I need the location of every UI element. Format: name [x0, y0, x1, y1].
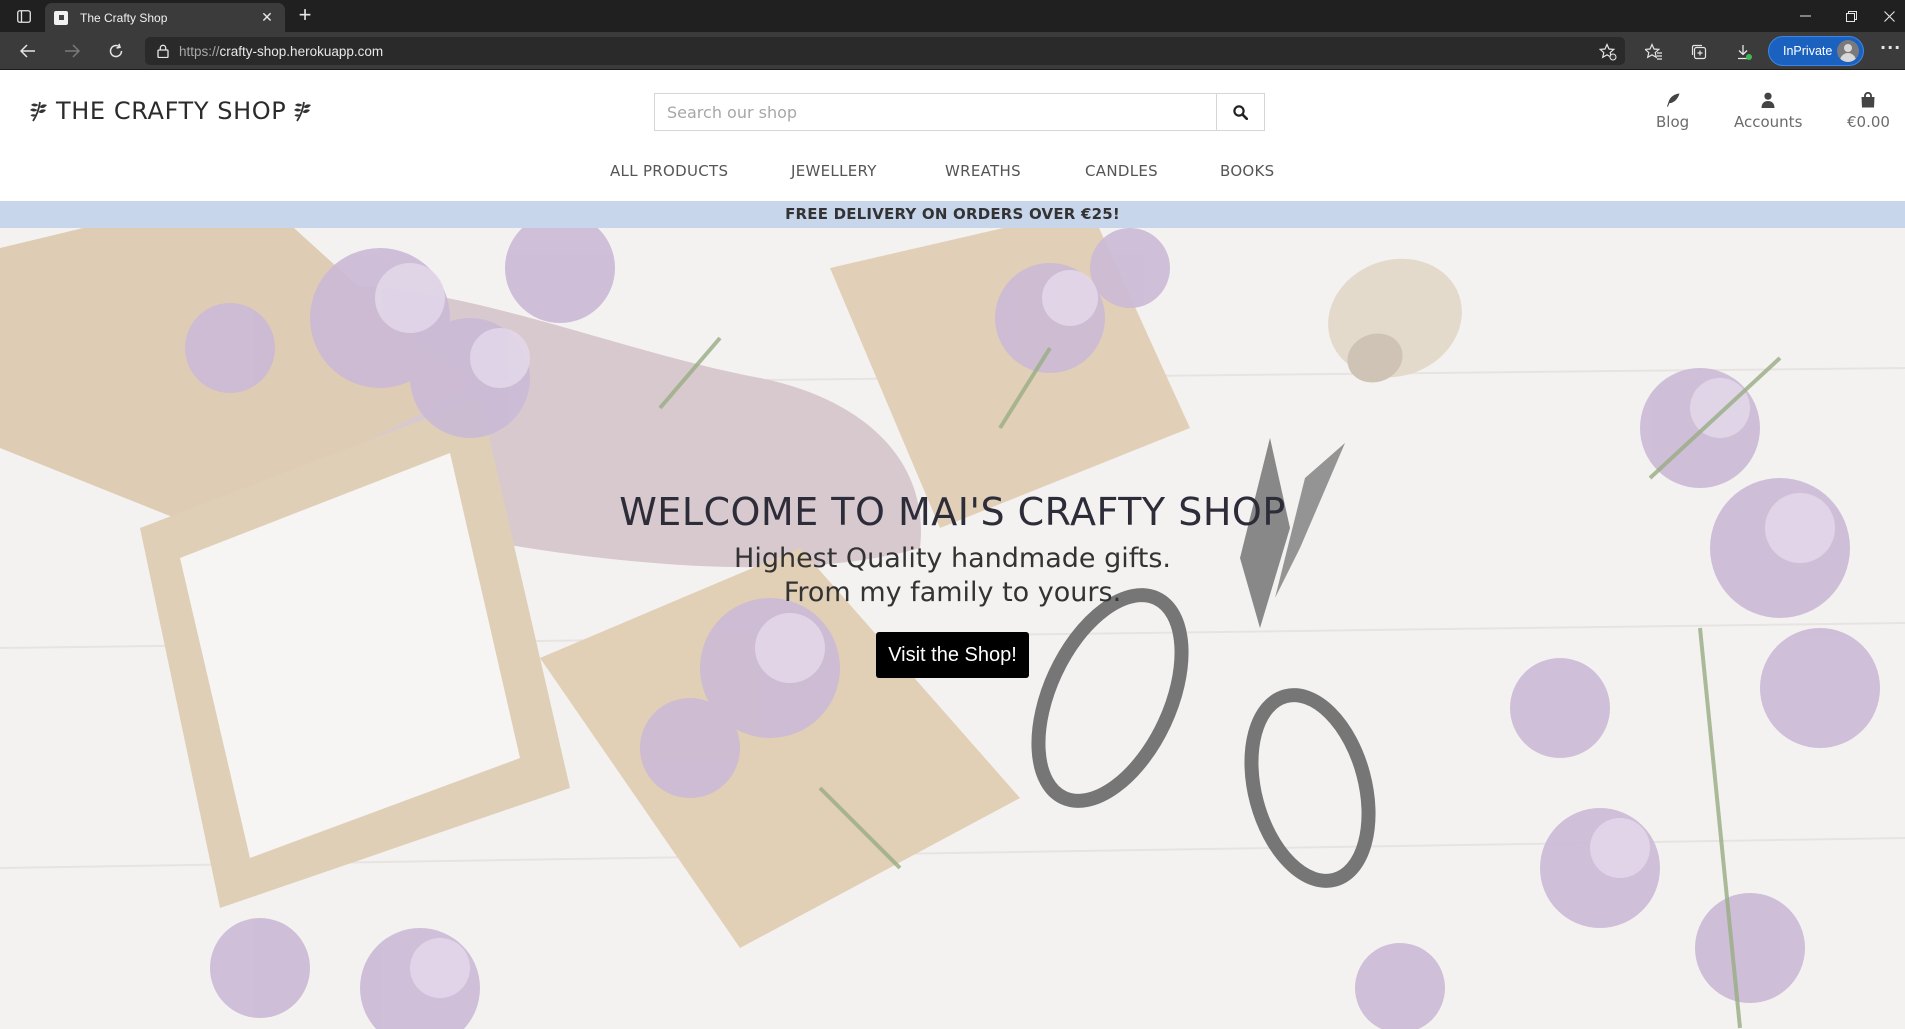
site-header: THE CRAFTY SHOP Blog Accounts €0.00 ALL … — [0, 71, 1905, 201]
profile-avatar-icon — [1837, 40, 1859, 62]
search-button[interactable] — [1216, 93, 1265, 131]
browser-address-bar: https://crafty-shop.herokuapp.com — [0, 32, 1905, 70]
downloads-icon[interactable] — [1733, 41, 1755, 63]
leaf-right-icon — [294, 101, 312, 122]
hero-section: WELCOME TO MAI'S CRAFTY SHOP Highest Qua… — [0, 228, 1905, 1029]
free-delivery-banner: FREE DELIVERY ON ORDERS OVER €25! — [0, 201, 1905, 228]
browser-tab[interactable]: The Crafty Shop ✕ — [45, 3, 285, 32]
nav-all-products[interactable]: ALL PRODUCTS — [610, 162, 728, 180]
collections-icon[interactable] — [1688, 41, 1710, 63]
add-favorite-icon[interactable] — [1597, 41, 1619, 63]
nav-jewellery[interactable]: JEWELLERY — [791, 162, 877, 180]
refresh-icon[interactable] — [102, 38, 130, 64]
shopping-bag-link[interactable]: €0.00 — [1847, 92, 1890, 131]
new-tab-icon[interactable]: + — [292, 4, 318, 28]
blog-link[interactable]: Blog — [1656, 92, 1689, 131]
browser-tab-bar: The Crafty Shop ✕ + — [0, 0, 1905, 32]
hero-subtitle-line2: From my family to yours. — [783, 577, 1122, 608]
minimize-icon[interactable] — [1782, 0, 1828, 32]
main-nav: ALL PRODUCTS JEWELLERY WREATHS CANDLES B… — [0, 162, 1905, 186]
inprivate-button[interactable]: InPrivate — [1768, 36, 1864, 66]
forward-arrow-icon[interactable] — [58, 38, 86, 64]
accounts-label: Accounts — [1734, 113, 1803, 131]
nav-candles[interactable]: CANDLES — [1085, 162, 1158, 180]
back-arrow-icon[interactable] — [14, 38, 42, 64]
search-form — [654, 93, 1265, 131]
tab-close-icon[interactable]: ✕ — [258, 10, 276, 26]
hero-content: WELCOME TO MAI'S CRAFTY SHOP Highest Qua… — [0, 490, 1905, 678]
site-favicon-icon — [54, 10, 68, 25]
accounts-link[interactable]: Accounts — [1734, 92, 1802, 131]
nav-books[interactable]: BOOKS — [1220, 162, 1275, 180]
tab-title: The Crafty Shop — [80, 10, 168, 25]
search-input[interactable] — [654, 93, 1216, 131]
lock-icon[interactable] — [157, 44, 169, 58]
favorites-icon[interactable] — [1643, 41, 1665, 63]
feather-icon — [1666, 93, 1680, 107]
blog-label: Blog — [1656, 113, 1690, 131]
search-icon — [1233, 104, 1248, 120]
shopping-bag-icon — [1861, 92, 1875, 108]
hero-title: WELCOME TO MAI'S CRAFTY SHOP — [619, 490, 1286, 534]
nav-wreaths[interactable]: WREATHS — [945, 162, 1021, 180]
restore-icon[interactable] — [1828, 0, 1874, 32]
url-field[interactable]: https://crafty-shop.herokuapp.com — [145, 37, 1625, 65]
hero-subtitle-line1: Highest Quality handmade gifts. — [734, 543, 1171, 574]
logo-text: THE CRAFTY SHOP — [56, 97, 287, 125]
hero-subtitle: Highest Quality handmade gifts. From my … — [0, 542, 1905, 610]
bag-total: €0.00 — [1847, 113, 1890, 131]
browser-more-icon[interactable]: ··· — [1880, 38, 1901, 57]
inprivate-label: InPrivate — [1783, 44, 1833, 58]
user-icon — [1761, 92, 1775, 108]
url-text: https://crafty-shop.herokuapp.com — [179, 43, 384, 59]
site-logo-link[interactable]: THE CRAFTY SHOP — [29, 97, 313, 125]
close-window-icon[interactable] — [1874, 0, 1905, 32]
visit-shop-button[interactable]: Visit the Shop! — [876, 632, 1029, 678]
leaf-left-icon — [30, 101, 47, 122]
tab-actions-icon[interactable] — [12, 7, 36, 25]
